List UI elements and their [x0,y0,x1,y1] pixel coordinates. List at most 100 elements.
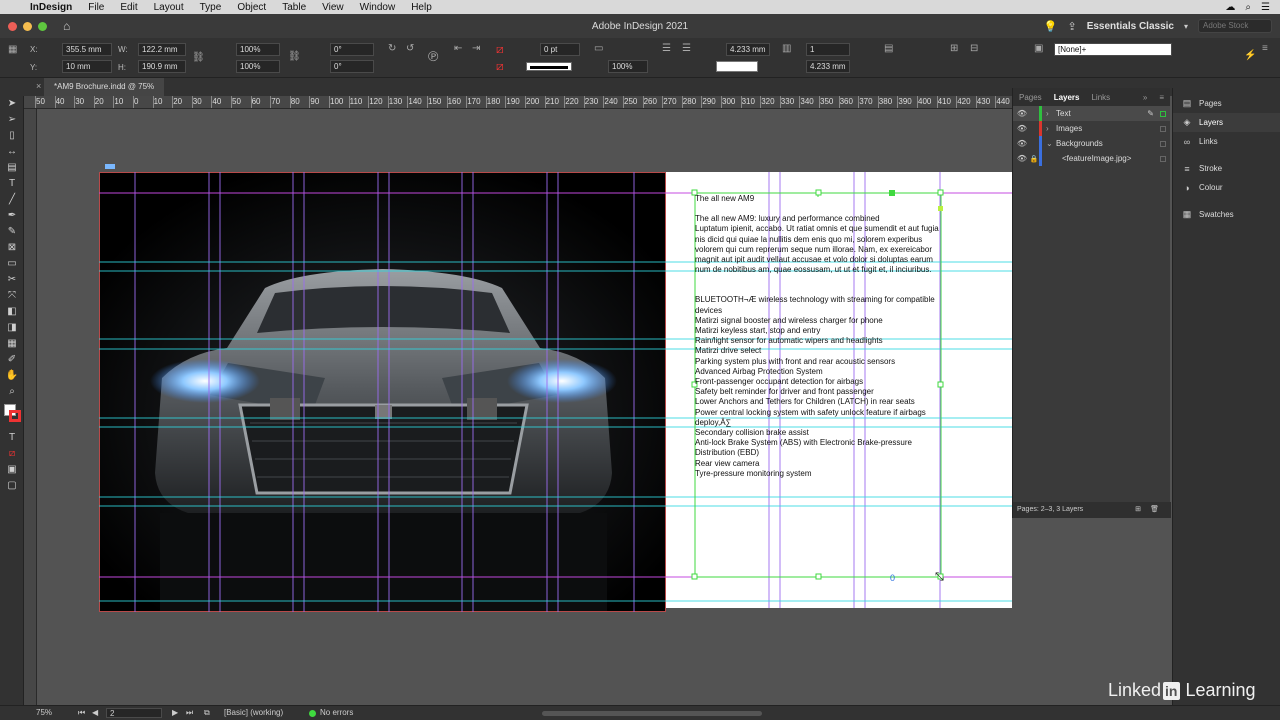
formatting-affects-container-icon[interactable]: T [0,430,24,446]
share-icon[interactable]: ⇪ [1067,20,1076,33]
selection-square-icon[interactable] [1160,155,1166,162]
column-gutter-field[interactable]: 4.233 mm [806,60,850,73]
dock-pages[interactable]: ▤ Pages [1173,94,1280,113]
last-page-icon[interactable]: ⏭ [186,708,193,718]
horizontal-scrollbar[interactable] [542,711,762,716]
frame-link-icon[interactable] [105,164,115,169]
gap-tool-icon[interactable]: ↔ [0,144,24,160]
scissors-tool-icon[interactable]: ✂ [0,272,24,288]
link-scale-icon[interactable]: ⛓ [288,51,301,62]
x-field[interactable]: 355.5 mm [62,43,112,56]
control-center-icon[interactable]: ☰ [1261,2,1270,13]
align-objects-icon[interactable]: ⊞ [950,43,958,54]
close-tab-icon[interactable]: × [36,81,41,91]
constrain-proportions-icon[interactable]: ⛓ [192,52,205,63]
align-left-icon[interactable]: ☰ [662,43,671,54]
pencil-tool-icon[interactable]: ✎ [0,224,24,240]
gradient-feather-tool-icon[interactable]: ◨ [0,320,24,336]
trash-icon[interactable]: 🗑 [1150,502,1159,518]
dock-layers[interactable]: ◈ Layers [1173,113,1280,132]
menu-table[interactable]: Table [274,2,314,13]
reference-point-icon[interactable]: ▦ [8,44,17,55]
free-transform-tool-icon[interactable]: ⤧ [0,288,24,304]
creative-cloud-icon[interactable]: ☁ [1225,2,1235,13]
visibility-eye-icon[interactable]: 👁 [1015,109,1029,118]
object-style-icon[interactable]: ▣ [1034,43,1043,54]
minimize-window-button[interactable] [23,21,32,31]
line-tool-icon[interactable]: ╱ [0,192,24,208]
menu-layout[interactable]: Layout [146,2,192,13]
fill-none-icon[interactable]: ⧄ [496,42,504,57]
columns-icon[interactable]: ▥ [782,43,791,54]
frame-fitting-icon[interactable]: ▭ [594,43,603,54]
visibility-eye-icon[interactable]: 👁 [1015,154,1029,163]
layer-row-text[interactable]: 👁 › Text ✎ [1013,106,1170,121]
dock-links[interactable]: ∞ Links [1173,132,1280,151]
rotate-field[interactable]: 0° [330,43,374,56]
close-window-button[interactable] [8,21,17,31]
stock-search-input[interactable]: Adobe Stock [1198,19,1272,33]
open-page-icon[interactable]: ⧉ [204,708,210,718]
dock-swatches[interactable]: ▦ Swatches [1173,205,1280,224]
document-tab[interactable]: *AM9 Brochure.indd @ 75% [44,78,165,96]
vertical-ruler[interactable] [24,109,37,705]
text-wrap-swatch[interactable] [716,61,758,72]
menu-type[interactable]: Type [192,2,230,13]
horizontal-ruler[interactable]: 50 40 30 20 10 0 10 20 30 40 50 60 70 80 90 100 110 120 13… [24,96,1012,109]
collapse-panel-icon[interactable]: » [1137,93,1153,102]
control-menu-icon[interactable]: ≡ [1262,43,1268,54]
app-menu[interactable]: InDesign [26,2,80,13]
columns-field[interactable]: 1 [806,43,850,56]
dock-stroke[interactable]: ≡ Stroke [1173,159,1280,178]
tab-links[interactable]: Links [1085,93,1116,102]
preflight-status[interactable]: No errors [320,708,353,717]
h-field[interactable]: 190.9 mm [138,60,186,73]
distribute-objects-icon[interactable]: ⊟ [970,43,978,54]
chevron-right-icon[interactable]: › [1046,109,1056,118]
align-center-icon[interactable]: ☰ [682,43,691,54]
rectangle-frame-tool-icon[interactable]: ⊠ [0,240,24,256]
previous-page-icon[interactable]: ◀ [92,708,98,717]
select-previous-icon[interactable]: ⇤ [454,43,462,54]
hand-tool-icon[interactable]: ✋ [0,368,24,384]
lock-icon[interactable]: 🔒 [1029,155,1039,163]
preflight-profile[interactable]: [Basic] (working) [224,708,283,717]
spotlight-icon[interactable]: ⌕ [1245,2,1251,13]
menu-object[interactable]: Object [229,2,274,13]
stroke-weight-field[interactable]: 0 pt [540,43,580,56]
chevron-down-icon[interactable]: ▾ [1184,22,1188,31]
visibility-eye-icon[interactable]: 👁 [1015,124,1029,133]
zoom-level[interactable]: 75% [36,708,52,717]
stroke-swatch-icon[interactable] [9,410,21,422]
lightbulb-icon[interactable]: 💡 [1044,20,1058,33]
opacity-field[interactable]: 100% [608,60,648,73]
home-icon[interactable]: ⌂ [63,19,70,33]
vertical-justify-icon[interactable]: ▤ [884,43,893,54]
selection-square-icon[interactable] [1160,140,1166,147]
layer-row-backgrounds[interactable]: 👁 ⌄ Backgrounds [1013,136,1170,151]
workspace-switcher[interactable]: Essentials Classic [1087,21,1174,32]
gradient-tool-icon[interactable]: ◧ [0,304,24,320]
selection-square-icon[interactable] [1160,110,1166,117]
stroke-type-dropdown[interactable] [526,62,572,71]
y-field[interactable]: 10 mm [62,60,112,73]
page-tool-icon[interactable]: ▯ [0,128,24,144]
body-text-frame[interactable]: The all new AM9 The all new AM9: luxury … [695,194,945,479]
tab-layers[interactable]: Layers [1048,93,1086,102]
screen-mode-icon[interactable]: ▣ [0,462,24,478]
note-tool-icon[interactable]: ▦ [0,336,24,352]
select-content-icon[interactable]: ⇥ [472,43,480,54]
rectangle-tool-icon[interactable]: ▭ [0,256,24,272]
next-page-icon[interactable]: ▶ [172,708,178,717]
menu-view[interactable]: View [314,2,352,13]
menu-help[interactable]: Help [403,2,440,13]
eyedropper-tool-icon[interactable]: ✐ [0,352,24,368]
fill-stroke-swatch[interactable] [0,400,23,430]
selection-tool-icon[interactable]: ➤ [0,96,24,112]
chevron-right-icon[interactable]: › [1046,124,1056,133]
selection-square-icon[interactable] [1160,125,1166,132]
view-mode-icon[interactable]: ▢ [0,478,24,494]
selection-container-icon[interactable]: ℗ [428,48,438,64]
zoom-window-button[interactable] [38,21,47,31]
scale-y-field[interactable]: 100% [236,60,280,73]
